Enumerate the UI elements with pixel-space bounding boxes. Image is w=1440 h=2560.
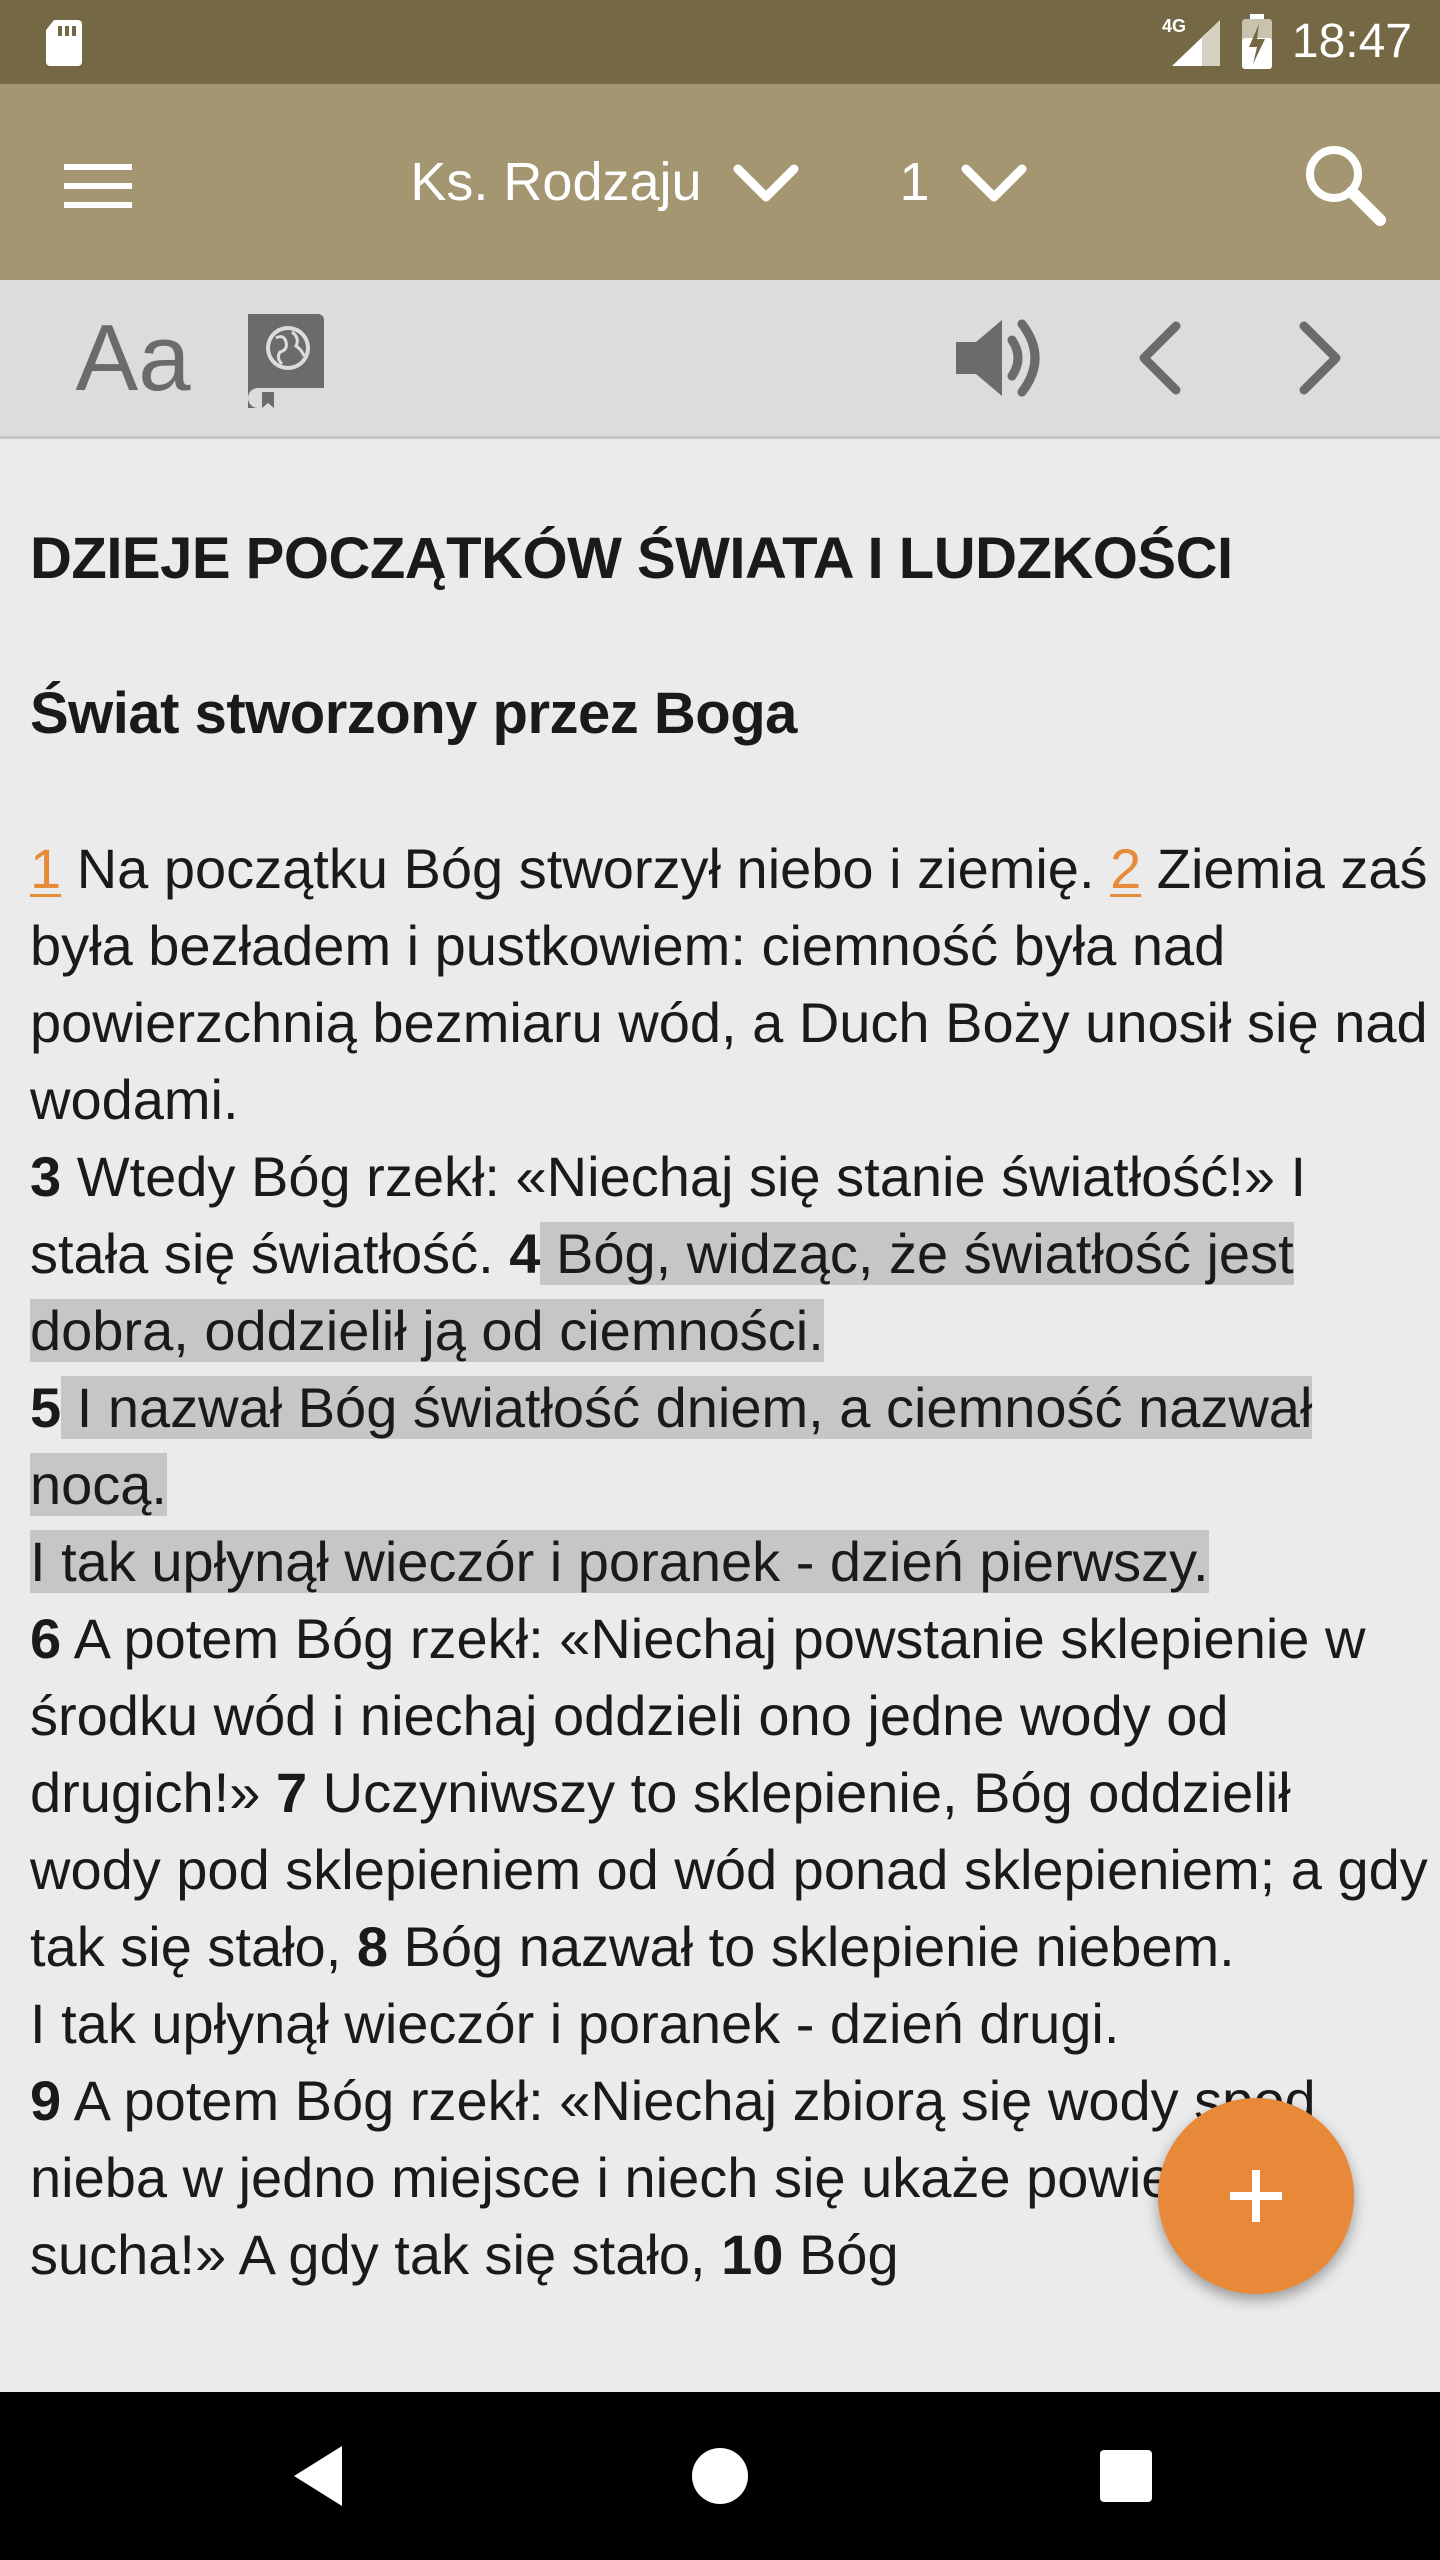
- add-button[interactable]: [1158, 2098, 1354, 2294]
- book-selector[interactable]: Ks. Rodzaju: [410, 132, 701, 232]
- chapter-selector[interactable]: 1: [900, 132, 930, 232]
- reader-toolbar: Aa: [0, 280, 1440, 439]
- verse-text: Bóg: [783, 2223, 899, 2286]
- app-bar: Ks. Rodzaju 1: [0, 84, 1440, 280]
- battery-icon: [1241, 14, 1272, 69]
- network-label: 4G: [1162, 16, 1186, 36]
- previous-chapter-button[interactable]: [1110, 308, 1210, 408]
- verse-number-link[interactable]: 2: [1110, 837, 1141, 900]
- chevron-left-icon: [1139, 321, 1181, 395]
- book-chapter-selector: Ks. Rodzaju 1: [0, 132, 1440, 232]
- verse-paragraph: 1 Na początku Bóg stworzył niebo i ziemi…: [30, 830, 1430, 2293]
- verse-number: 3: [30, 1145, 62, 1208]
- verse-number: 6: [30, 1607, 62, 1670]
- font-size-button[interactable]: Aa: [48, 305, 218, 410]
- translation-button[interactable]: [230, 308, 340, 408]
- system-nav-bar: [0, 2392, 1440, 2560]
- chevron-down-icon[interactable]: [958, 157, 1030, 207]
- highlighted-verse-text[interactable]: I nazwał Bóg światłość dniem, a ciemność…: [30, 1376, 1313, 1516]
- next-chapter-button[interactable]: [1270, 308, 1370, 408]
- search-icon[interactable]: [1300, 140, 1390, 230]
- verse-text: Na początku Bóg stworzył niebo i ziemię.: [61, 837, 1111, 900]
- back-icon[interactable]: [280, 2436, 360, 2516]
- verse-text: I tak upłynął wieczór i poranek - dzień …: [30, 1992, 1120, 2055]
- speaker-icon: [956, 319, 1040, 397]
- subsection-heading: Świat stworzony przez Boga: [30, 681, 797, 746]
- highlighted-verse-text[interactable]: I tak upłynął wieczór i poranek - dzień …: [30, 1530, 1209, 1593]
- verse-number: 9: [30, 2069, 62, 2132]
- status-bar: 4G 18:47: [0, 0, 1440, 84]
- section-heading: DZIEJE POCZĄTKÓW ŚWIATA I LUDZKOŚCI: [30, 526, 1233, 591]
- verse-number-link[interactable]: 1: [30, 837, 61, 900]
- bible-globe-icon: [248, 314, 324, 408]
- verse-number: 7: [275, 1761, 308, 1824]
- signal-icon: 4G: [1162, 16, 1220, 66]
- recents-icon[interactable]: [1086, 2436, 1166, 2516]
- home-icon[interactable]: [680, 2436, 760, 2516]
- plus-icon: [1230, 2170, 1282, 2222]
- clock: 18:47: [1291, 15, 1412, 68]
- verse-number: 8: [356, 1915, 388, 1978]
- audio-button[interactable]: [940, 308, 1060, 408]
- verse-text: Bóg nazwał to sklepienie niebem.: [387, 1915, 1235, 1978]
- sd-card-icon: [46, 20, 82, 66]
- chapter-content: DZIEJE POCZĄTKÓW ŚWIATA I LUDZKOŚCI Świa…: [30, 520, 1430, 2293]
- verse-number: 4: [509, 1222, 541, 1285]
- verse-number: 5: [30, 1376, 62, 1439]
- verse-number: 10: [721, 2223, 784, 2286]
- chevron-down-icon[interactable]: [730, 157, 802, 207]
- chevron-right-icon: [1299, 321, 1341, 395]
- verse-text: A potem Bóg rzekł: «Niechaj zbiorą się w…: [30, 2069, 1353, 2286]
